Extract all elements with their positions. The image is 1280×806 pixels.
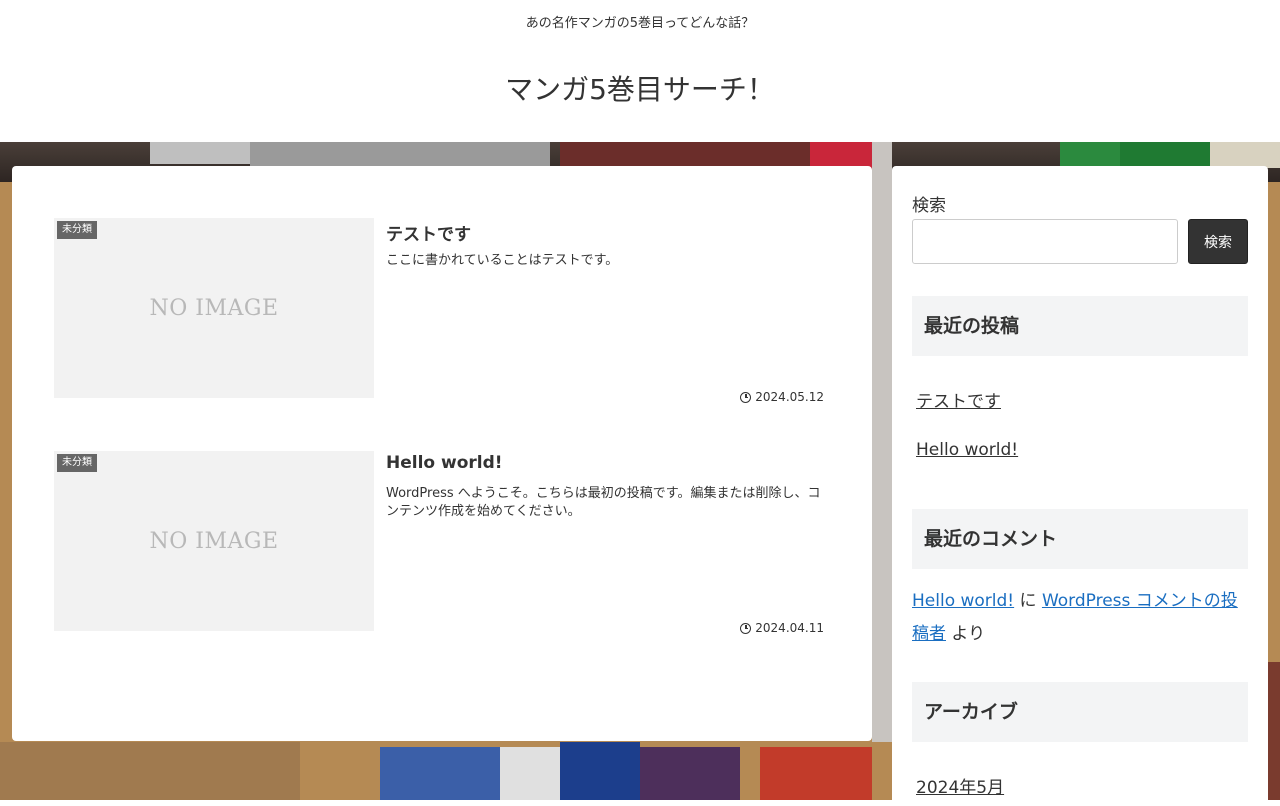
comment-post-link[interactable]: Hello world!	[912, 591, 1014, 611]
site-title: マンガ5巻目サーチ！	[0, 68, 1280, 108]
site-title-link[interactable]: マンガ5巻目サーチ！	[505, 73, 775, 106]
recent-comments-heading: 最近のコメント	[912, 509, 1248, 569]
post-title[interactable]: テストです	[386, 220, 471, 245]
recent-post-link[interactable]: Hello world!	[916, 440, 1018, 460]
post-list: NO IMAGE 未分類 テストです ここに書かれていることはテストです。 20…	[12, 166, 872, 741]
search-label: 検索	[912, 196, 946, 216]
recent-post-link[interactable]: テストです	[916, 387, 1001, 412]
post-card[interactable]: NO IMAGE 未分類 Hello world! WordPress へようこ…	[54, 451, 824, 635]
archives-heading: アーカイブ	[912, 682, 1248, 742]
archive-link[interactable]: 2024年5月	[916, 773, 1004, 798]
comment-connector: に	[1019, 591, 1037, 611]
category-badge: 未分類	[57, 454, 97, 472]
post-excerpt: WordPress へようこそ。こちらは最初の投稿です。編集または削除し、コンテ…	[386, 486, 821, 519]
comment-suffix: より	[951, 624, 986, 644]
no-image-placeholder: NO IMAGE	[149, 295, 279, 321]
post-date: 2024.05.12	[740, 390, 824, 404]
sidebar: 検索 検索 最近の投稿 テストです Hello world! 最近のコメント H…	[892, 166, 1268, 806]
post-date: 2024.04.11	[740, 621, 824, 635]
no-image-placeholder: NO IMAGE	[149, 528, 279, 554]
clock-icon	[740, 622, 752, 634]
site-header: あの名作マンガの5巻目ってどんな話？ マンガ5巻目サーチ！	[0, 0, 1280, 142]
post-excerpt: ここに書かれていることはテストです。	[386, 253, 619, 268]
post-title[interactable]: Hello world!	[386, 453, 503, 473]
category-badge: 未分類	[57, 221, 97, 239]
search-button[interactable]: 検索	[1188, 219, 1248, 264]
site-tagline: あの名作マンガの5巻目ってどんな話？	[525, 16, 755, 31]
recent-posts-heading: 最近の投稿	[912, 296, 1248, 356]
post-date-text: 2024.04.11	[755, 621, 824, 635]
recent-comment: Hello world! に WordPress コメントの投稿者 より	[912, 585, 1248, 651]
post-date-text: 2024.05.12	[755, 390, 824, 404]
post-thumbnail[interactable]: NO IMAGE	[54, 451, 374, 631]
post-card[interactable]: NO IMAGE 未分類 テストです ここに書かれていることはテストです。 20…	[54, 218, 824, 404]
clock-icon	[740, 391, 752, 403]
search-input[interactable]	[912, 219, 1178, 264]
post-thumbnail[interactable]: NO IMAGE	[54, 218, 374, 398]
